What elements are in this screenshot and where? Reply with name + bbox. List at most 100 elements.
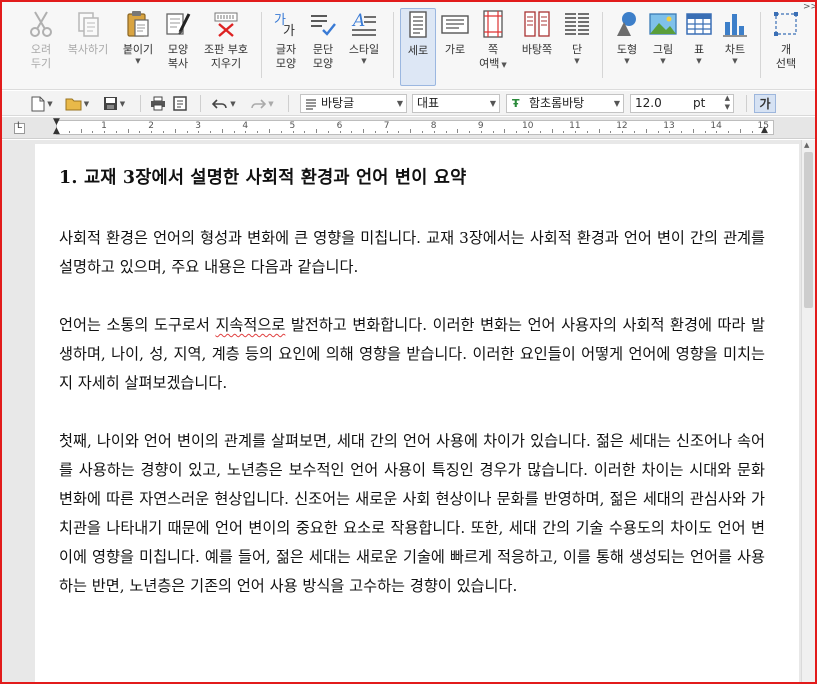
undo-dropdown-icon[interactable]: ▼ xyxy=(230,100,235,108)
landscape-label: 가로 xyxy=(444,43,466,56)
columns-button[interactable]: 단 ▼ xyxy=(562,8,592,86)
document-area[interactable]: 1. 교재 3장에서 설명한 사회적 환경과 언어 변이 요약 사회적 환경은 … xyxy=(2,140,815,682)
table-icon xyxy=(686,13,712,35)
chart-button[interactable]: 차트 ▼ xyxy=(718,8,752,86)
horizontal-ruler-bar: L 1 2 3 4 5 6 7 8 9 10 11 12 13 14 15 ▼ ▲ ▲ xyxy=(2,117,815,139)
page-margin-button[interactable]: 쪽 여백 ▼ xyxy=(474,8,512,86)
clipboard-icon xyxy=(127,11,149,37)
scrollbar-thumb[interactable] xyxy=(804,152,813,308)
redo-dropdown-icon[interactable]: ▼ xyxy=(268,100,273,108)
landscape-button[interactable]: 가로 xyxy=(438,8,472,86)
save-dropdown-icon[interactable]: ▼ xyxy=(120,100,125,108)
page-margin-icon xyxy=(483,10,503,38)
portrait-label: 세로 xyxy=(407,44,429,57)
object-select-button[interactable]: 개 선택 xyxy=(768,8,804,86)
new-document-button[interactable]: ▼ xyxy=(28,94,56,113)
document-page[interactable]: 1. 교재 3장에서 설명한 사회적 환경과 언어 변이 요약 사회적 환경은 … xyxy=(35,144,799,682)
ruler-number: 11 xyxy=(569,121,581,131)
save-button[interactable]: ▼ xyxy=(98,94,130,113)
portrait-button[interactable]: 세로 xyxy=(400,8,436,86)
paste-button[interactable]: 붙이기 ▼ xyxy=(118,8,158,86)
para-shape-button[interactable]: 문단 모양 xyxy=(306,8,340,86)
ruler-tick xyxy=(480,131,482,133)
para-shape-label-2: 모양 xyxy=(312,57,334,70)
ruler-tick xyxy=(551,129,553,133)
bar-chart-icon xyxy=(723,14,747,37)
copy-button[interactable]: 복사하기 xyxy=(62,8,114,86)
ruler-tick xyxy=(280,131,282,133)
right-indent-marker-icon[interactable]: ▲ xyxy=(761,125,768,135)
style-button[interactable]: A 스타일 ▼ xyxy=(344,8,384,86)
format-copy-button[interactable]: 모양 복사 xyxy=(162,8,194,86)
font-size-stepper-icon[interactable]: ▲ ▼ xyxy=(725,95,730,112)
undo-button[interactable]: ▼ xyxy=(208,94,240,113)
new-document-dropdown-icon[interactable]: ▼ xyxy=(47,100,52,108)
shape-dropdown-icon[interactable]: ▼ xyxy=(624,57,629,65)
ruler-tick xyxy=(351,131,353,133)
font-size-input[interactable]: 12.0 pt ▲ ▼ xyxy=(630,94,734,113)
cut-label-1: 오려 xyxy=(30,43,52,56)
picture-dropdown-icon[interactable]: ▼ xyxy=(660,57,665,65)
table-label: 표 xyxy=(693,43,705,56)
open-dropdown-icon[interactable]: ▼ xyxy=(84,100,89,108)
scroll-up-arrow-icon[interactable]: ▲ xyxy=(804,141,809,149)
ruler-number: 2 xyxy=(148,121,154,131)
ribbon-more-button[interactable]: >> xyxy=(803,2,815,12)
ruler-tick xyxy=(622,131,624,133)
redo-button[interactable]: ▼ xyxy=(246,94,278,113)
table-button[interactable]: 표 ▼ xyxy=(682,8,716,86)
style-select[interactable]: 바탕글 ▼ xyxy=(300,94,407,113)
ruler-number: 7 xyxy=(383,121,390,131)
font-select-arrow-icon[interactable]: ▼ xyxy=(614,95,620,112)
paste-dropdown-icon[interactable]: ▼ xyxy=(135,57,140,65)
undo-icon xyxy=(212,98,228,109)
object-select-label-2: 선택 xyxy=(775,57,797,70)
new-document-icon xyxy=(31,96,45,111)
picture-button[interactable]: 그림 ▼ xyxy=(646,8,680,86)
columns-dropdown-icon[interactable]: ▼ xyxy=(574,57,579,65)
table-dropdown-icon[interactable]: ▼ xyxy=(696,57,701,65)
font-select[interactable]: Ŧ 함초롬바탕 ▼ xyxy=(506,94,624,113)
style-select-value: 바탕글 xyxy=(321,96,355,110)
style-select-arrow-icon[interactable]: ▼ xyxy=(397,95,403,112)
clear-format-label-1: 조판 부호 xyxy=(204,43,248,56)
ruler[interactable]: 1 2 3 4 5 6 7 8 9 10 11 12 13 14 15 ▼ ▲ ▲ xyxy=(53,118,774,136)
tab-type-selector[interactable]: L xyxy=(14,121,25,134)
master-page-button[interactable]: 바탕쪽 xyxy=(516,8,558,86)
open-button[interactable]: ▼ xyxy=(62,94,92,113)
char-shape-button[interactable]: 가 가 글자 모양 xyxy=(270,8,302,86)
clear-format-marks-button[interactable]: 조판 부호 지우기 xyxy=(198,8,254,86)
style-icon: A xyxy=(351,11,376,36)
char-format-button[interactable]: 가 xyxy=(754,94,776,113)
ruler-number: 12 xyxy=(616,121,628,131)
left-indent-marker-icon[interactable]: ▼ ▲ xyxy=(53,118,60,136)
ruler-tick xyxy=(716,131,718,133)
ruler-number: 5 xyxy=(289,121,296,131)
language-select[interactable]: 대표 ▼ xyxy=(412,94,500,113)
print-button[interactable] xyxy=(148,94,168,113)
ruler-tick xyxy=(422,131,424,133)
ruler-tick xyxy=(469,131,471,133)
ruler-tick xyxy=(528,131,529,133)
language-select-arrow-icon[interactable]: ▼ xyxy=(490,95,496,112)
format-copy-label-1: 모양 xyxy=(167,43,189,56)
para-shape-icon xyxy=(311,15,336,36)
ribbon-separator xyxy=(393,12,394,78)
cut-button[interactable]: 오려 두기 xyxy=(22,8,60,86)
ruler-tick xyxy=(704,131,706,133)
ruler-number: 4 xyxy=(242,121,249,131)
page-margin-dropdown-icon[interactable]: ▼ xyxy=(501,61,506,69)
truetype-font-icon: Ŧ xyxy=(512,97,520,110)
page-margin-label-2-text: 여백 xyxy=(479,57,500,70)
shape-button[interactable]: 도형 ▼ xyxy=(610,8,644,86)
style-dropdown-icon[interactable]: ▼ xyxy=(361,57,366,65)
master-page-label: 바탕쪽 xyxy=(521,43,553,56)
print-preview-button[interactable] xyxy=(170,94,190,113)
ruler-tick xyxy=(104,131,106,133)
ruler-tick xyxy=(598,129,600,133)
vertical-scrollbar[interactable]: ▲ xyxy=(801,140,815,682)
chart-dropdown-icon[interactable]: ▼ xyxy=(732,57,737,65)
ruler-tick xyxy=(162,131,164,133)
spelling-error-word[interactable]: 지속적으로 xyxy=(215,316,285,334)
toolbar-separator xyxy=(746,95,747,112)
